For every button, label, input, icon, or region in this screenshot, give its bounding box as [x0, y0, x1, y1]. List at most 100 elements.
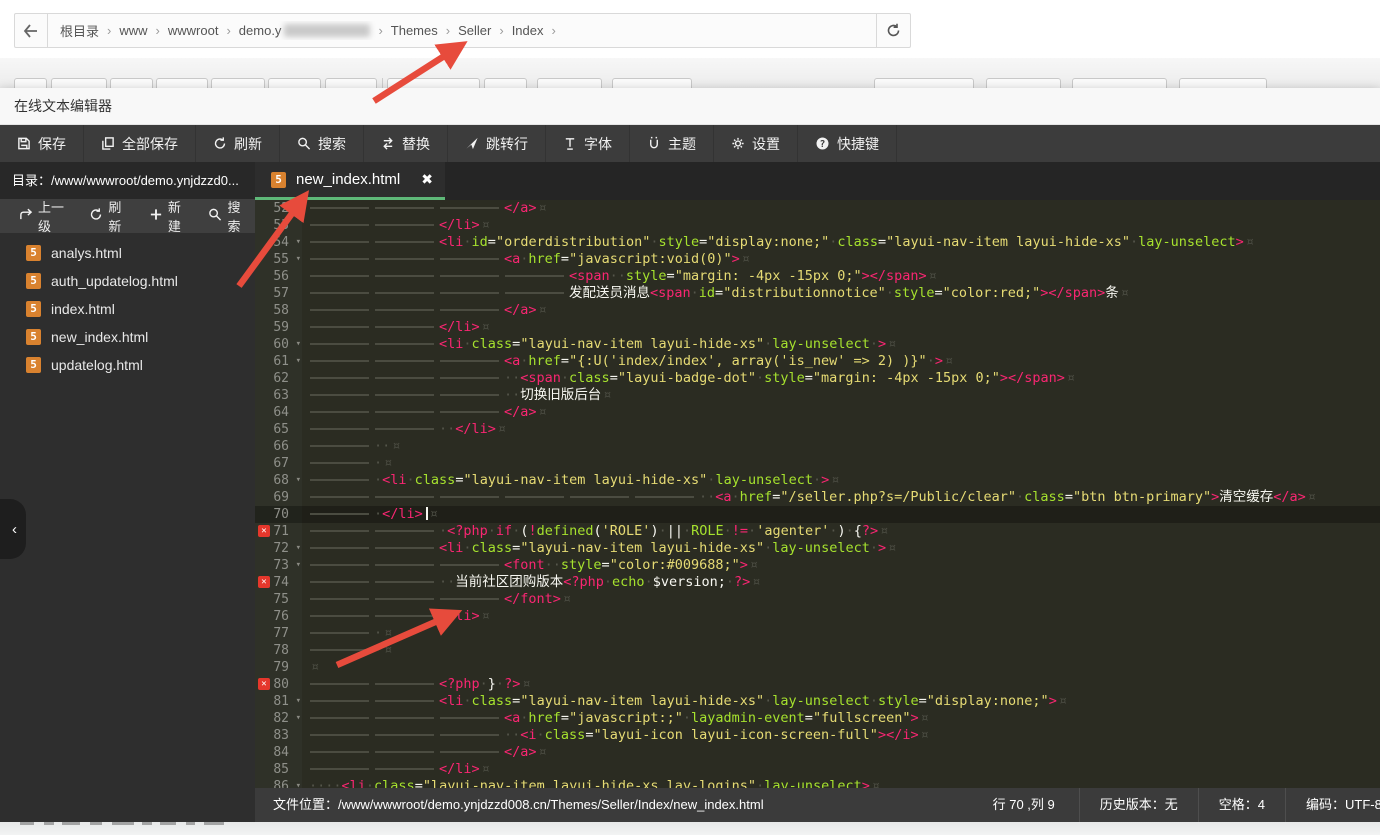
code-line[interactable]: 64</a>¤	[255, 404, 1380, 421]
code-editor[interactable]: 52</a>¤53</li>¤54▾<li·id="orderdistribut…	[255, 200, 1380, 788]
code-line[interactable]: 61▾<a·href="{:U('index/index', array('is…	[255, 353, 1380, 370]
刷新-button[interactable]: 刷新	[196, 125, 280, 162]
tab-invisible	[374, 614, 439, 618]
fold-icon[interactable]: ▾	[296, 778, 301, 788]
code-line[interactable]: 54▾<li·id="orderdistribution"·style="dis…	[255, 234, 1380, 251]
code-line[interactable]: 70·</li>¤	[255, 506, 1380, 523]
breadcrumb-item[interactable]: wwwroot	[168, 23, 219, 38]
code-token: ·	[537, 727, 545, 743]
file-item-new_index.html[interactable]: 5new_index.html	[0, 323, 255, 351]
tab-invisible	[439, 495, 504, 499]
code-line[interactable]: 72▾<li·class="layui-nav-item layui-hide-…	[255, 540, 1380, 557]
code-line[interactable]: 75</font>¤	[255, 591, 1380, 608]
space-invisible: ··	[439, 574, 455, 590]
code-line[interactable]: 73▾<font··style="color:#009688;">¤	[255, 557, 1380, 574]
fold-icon[interactable]: ▾	[296, 472, 301, 489]
code-token: ·	[748, 523, 756, 539]
fold-icon[interactable]: ▾	[296, 557, 301, 574]
code-line[interactable]: 53</li>¤	[255, 217, 1380, 234]
快捷键-button[interactable]: ?快捷键	[798, 125, 897, 162]
字体-button[interactable]: 字体	[546, 125, 630, 162]
sidebar-上一级-button[interactable]: 上一级	[10, 199, 76, 233]
file-item-index.html[interactable]: 5index.html	[0, 295, 255, 323]
code-token: </a>	[504, 302, 537, 318]
tab-new-index-html[interactable]: 5 new_index.html ✖	[255, 162, 445, 200]
搜索-button[interactable]: 搜索	[280, 125, 364, 162]
eol-invisible: ¤	[945, 353, 953, 369]
code-line[interactable]: 59</li>¤	[255, 319, 1380, 336]
全部保存-button[interactable]: 全部保存	[84, 125, 196, 162]
fold-icon[interactable]: ▾	[296, 336, 301, 353]
code-token: "layui-nav-item layui-hide-xs"	[886, 234, 1130, 250]
breadcrumb-item[interactable]: www	[119, 23, 147, 38]
code-token: ></span>	[1000, 370, 1065, 386]
code-line[interactable]: 69··<a·href="/seller.php?s=/Public/clear…	[255, 489, 1380, 506]
code-line[interactable]: 56<span··style="margin: -4px -15px 0;"><…	[255, 268, 1380, 285]
file-item-updatelog.html[interactable]: 5updatelog.html	[0, 351, 255, 379]
line-number: 82▾	[255, 710, 302, 727]
code-token: "layui-nav-item layui-hide-xs lay-logins…	[423, 778, 756, 788]
sidebar-collapse-handle[interactable]: ‹	[0, 499, 26, 559]
code-line[interactable]: 63··切换旧版后台¤	[255, 387, 1380, 404]
code-line[interactable]: ✕80<?php·}·?>¤	[255, 676, 1380, 693]
file-item-auth_updatelog.html[interactable]: 5auth_updatelog.html	[0, 267, 255, 295]
back-button[interactable]	[15, 14, 48, 47]
breadcrumb-item[interactable]: Seller	[458, 23, 491, 38]
tab-invisible	[309, 682, 374, 686]
code-line[interactable]: 76</li>¤	[255, 608, 1380, 625]
breadcrumb-item[interactable]: demo.y	[239, 23, 282, 38]
code-line[interactable]: 60▾<li·class="layui-nav-item layui-hide-…	[255, 336, 1380, 353]
code-line[interactable]: 83··<i·class="layui-icon layui-icon-scre…	[255, 727, 1380, 744]
code-line[interactable]: 85</li>¤	[255, 761, 1380, 778]
breadcrumb-item[interactable]: Index	[512, 23, 544, 38]
code-token: =	[805, 370, 813, 386]
fold-icon[interactable]: ▾	[296, 710, 301, 727]
tab-invisible	[439, 359, 504, 363]
code-line[interactable]: 58</a>¤	[255, 302, 1380, 319]
主题-button[interactable]: 主题	[630, 125, 714, 162]
code-line[interactable]: 55▾<a·href="javascript:void(0)">¤	[255, 251, 1380, 268]
tab-invisible	[309, 512, 374, 516]
code-line[interactable]: 67·¤	[255, 455, 1380, 472]
code-token: ·	[870, 693, 878, 709]
code-token: "fullscreen"	[813, 710, 911, 726]
code-line[interactable]: 81▾<li·class="layui-nav-item layui-hide-…	[255, 693, 1380, 710]
code-line[interactable]: 78·¤	[255, 642, 1380, 659]
code-line[interactable]: 65··</li>¤	[255, 421, 1380, 438]
跳转行-button[interactable]: 跳转行	[448, 125, 546, 162]
code-line[interactable]: 68▾·<li·class="layui-nav-item layui-hide…	[255, 472, 1380, 489]
code-line[interactable]: 66··¤	[255, 438, 1380, 455]
breadcrumb-item[interactable]: Themes	[391, 23, 438, 38]
file-item-analys.html[interactable]: 5analys.html	[0, 239, 255, 267]
fold-icon[interactable]: ▾	[296, 234, 301, 251]
code-line[interactable]: 82▾<a·href="javascript:;"·layadmin-event…	[255, 710, 1380, 727]
breadcrumb-refresh-button[interactable]	[876, 14, 910, 47]
tab-close-icon[interactable]: ✖	[421, 171, 433, 188]
toolbar-button-label: 搜索	[318, 134, 346, 154]
tab-invisible	[439, 376, 504, 380]
code-line[interactable]: 79¤	[255, 659, 1380, 676]
code-line[interactable]: 86▾····<li·class="layui-nav-item layui-h…	[255, 778, 1380, 788]
替换-button[interactable]: 替换	[364, 125, 448, 162]
fold-icon[interactable]: ▾	[296, 540, 301, 557]
fold-icon[interactable]: ▾	[296, 693, 301, 710]
fold-icon[interactable]: ▾	[296, 251, 301, 268]
file-name: updatelog.html	[51, 357, 143, 373]
设置-button[interactable]: 设置	[714, 125, 798, 162]
sidebar-搜索-button[interactable]: 搜索	[199, 199, 255, 233]
code-line[interactable]: 52</a>¤	[255, 200, 1380, 217]
code-line[interactable]: 57发配送员消息<span·id="distributionnotice"·st…	[255, 285, 1380, 302]
code-token: class	[1024, 489, 1065, 505]
tab-invisible	[374, 376, 439, 380]
code-line[interactable]: 62··<span·class="layui-badge-dot"·style=…	[255, 370, 1380, 387]
breadcrumb-separator: ›	[552, 23, 556, 38]
code-line[interactable]: ✕74··当前社区团购版本<?php·echo·$version;·?>¤	[255, 574, 1380, 591]
fold-icon[interactable]: ▾	[296, 353, 301, 370]
sidebar-新建-button[interactable]: 新建	[140, 199, 196, 233]
code-line[interactable]: 77·¤	[255, 625, 1380, 642]
sidebar-刷新-button[interactable]: 刷新	[80, 199, 136, 233]
code-line[interactable]: 84</a>¤	[255, 744, 1380, 761]
breadcrumb-item[interactable]: 根目录	[60, 21, 99, 40]
保存-button[interactable]: 保存	[0, 125, 84, 162]
code-line[interactable]: ✕71·<?php·if·(!defined('ROLE')·||·ROLE·!…	[255, 523, 1380, 540]
